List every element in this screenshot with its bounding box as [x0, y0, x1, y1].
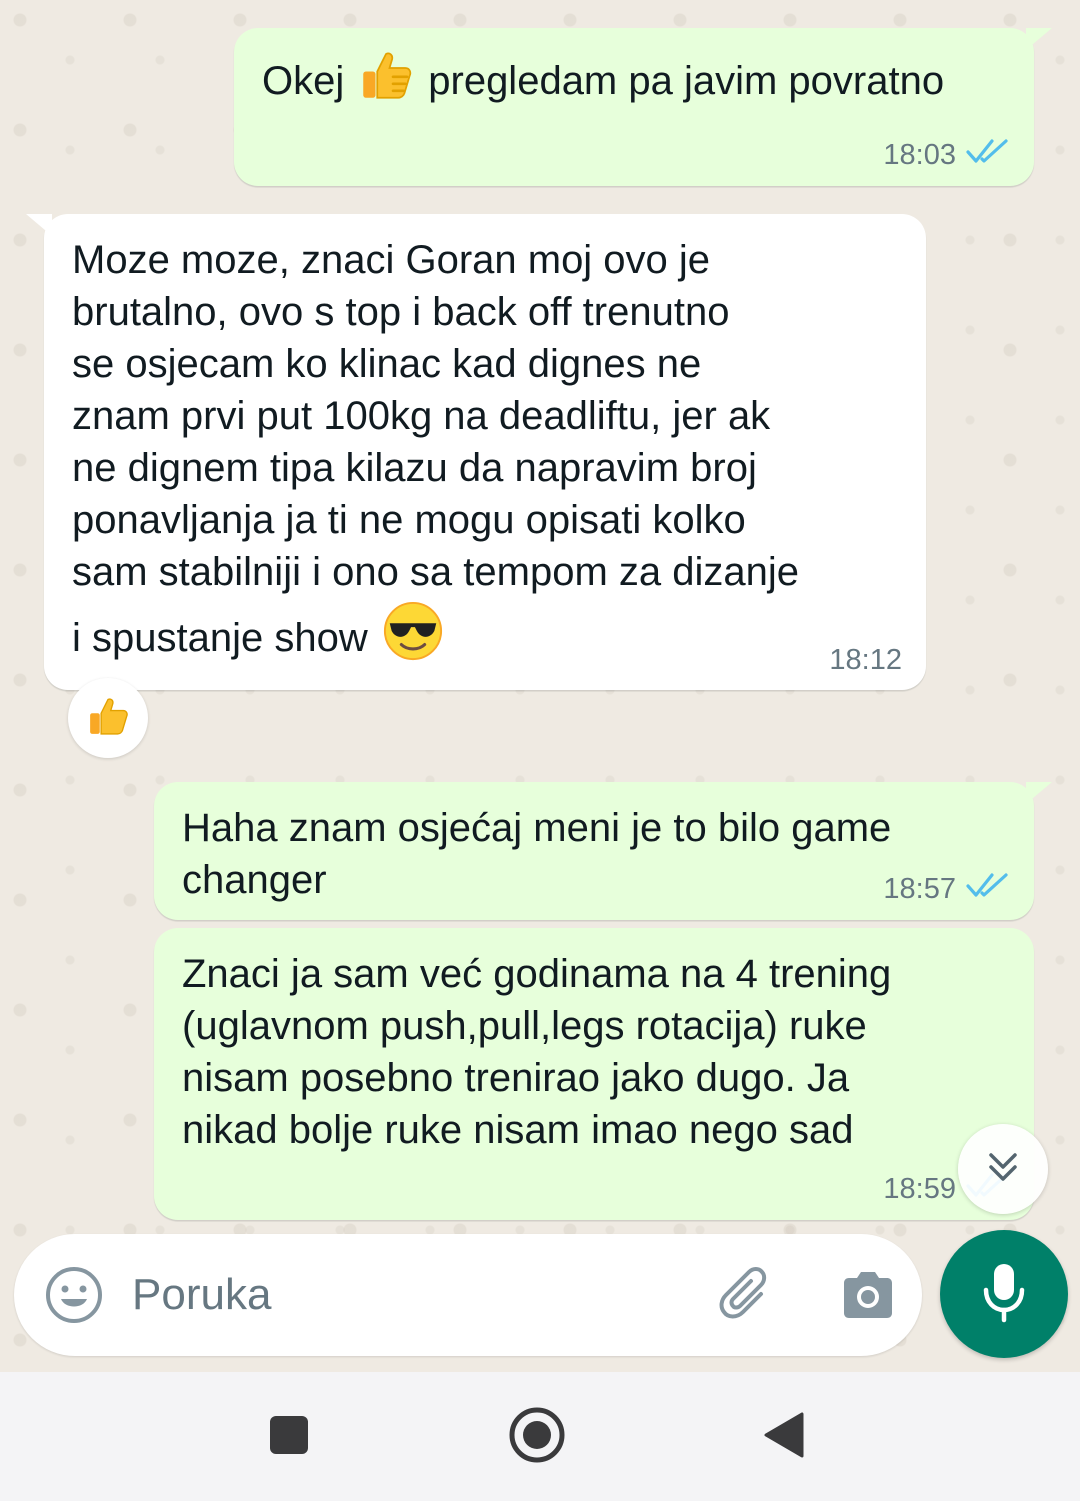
message-text-after: pregledam pa javim povratno — [428, 59, 945, 103]
message-time: 18:12 — [829, 644, 902, 676]
circle-icon — [507, 1405, 567, 1470]
scroll-to-bottom-button[interactable] — [958, 1124, 1048, 1214]
system-navigation-bar — [0, 1372, 1080, 1501]
message-text: Znaci ja sam već godinama na 4 trening (… — [182, 952, 892, 1152]
message-time: 18:59 — [883, 1172, 956, 1205]
message-input[interactable]: Poruka — [132, 1268, 271, 1322]
message-text: Haha znam osjećaj meni je to bilo game c… — [182, 806, 892, 902]
thumbs-up-icon — [86, 694, 130, 743]
thumbs-up-icon — [358, 47, 414, 116]
double-check-icon — [966, 137, 1010, 172]
reaction-badge[interactable] — [68, 678, 148, 758]
paperclip-icon[interactable] — [716, 1263, 780, 1327]
bubble-tail — [1026, 782, 1052, 804]
home-button[interactable] — [502, 1402, 572, 1472]
bubble-tail — [26, 214, 52, 236]
triangle-back-icon — [760, 1410, 806, 1465]
message-time: 18:03 — [883, 138, 956, 171]
mic-icon — [976, 1260, 1032, 1329]
double-check-icon — [966, 871, 1010, 906]
message-outgoing[interactable]: Haha znam osjećaj meni je to bilo game c… — [154, 782, 1052, 920]
message-time: 18:57 — [883, 872, 956, 905]
message-meta: 18:57 — [883, 871, 1010, 906]
back-button[interactable] — [748, 1402, 818, 1472]
sunglasses-face-icon — [382, 600, 444, 675]
message-outgoing[interactable]: Okej pregledam pa javim povratno 18:03 — [234, 28, 1052, 186]
smiley-icon[interactable] — [42, 1263, 106, 1327]
voice-record-button[interactable] — [940, 1230, 1068, 1358]
square-icon — [268, 1414, 310, 1461]
message-meta: 18:12 — [829, 644, 902, 676]
message-meta: 18:03 — [883, 137, 1010, 172]
camera-icon[interactable] — [836, 1263, 900, 1327]
message-text: Moze moze, znaci Goran moj ovo je brutal… — [72, 238, 800, 594]
chat-area[interactable]: Okej pregledam pa javim povratno 18:03 M… — [0, 0, 1080, 1372]
message-text-before: Okej — [262, 59, 345, 103]
message-text-last-line: i spustanje show — [72, 600, 898, 675]
bubble-tail — [1026, 28, 1052, 50]
chevron-double-down-icon — [983, 1147, 1023, 1192]
message-text: Okej pregledam pa javim povratno — [262, 50, 1006, 112]
message-outgoing[interactable]: Znaci ja sam već godinama na 4 trening (… — [154, 928, 1034, 1220]
message-text-last: i spustanje show — [72, 615, 368, 660]
message-incoming[interactable]: Moze moze, znaci Goran moj ovo je brutal… — [26, 214, 926, 690]
recent-apps-button[interactable] — [254, 1402, 324, 1472]
message-composer[interactable]: Poruka — [14, 1234, 922, 1356]
